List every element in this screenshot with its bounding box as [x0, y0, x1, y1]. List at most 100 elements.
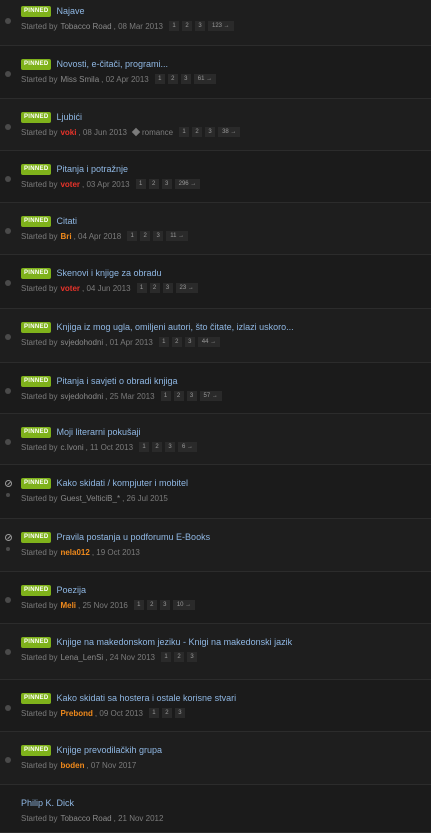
topic-author-link[interactable]: svjedohodni	[60, 392, 103, 401]
started-by-label: Started by	[21, 127, 58, 137]
topic-title-link[interactable]: Kako skidati / kompjuter i mobitel	[56, 478, 188, 488]
topic-title-link[interactable]: Philip K. Dick	[21, 798, 74, 808]
page-link[interactable]: 1	[148, 708, 159, 718]
page-link[interactable]: 2	[192, 127, 203, 137]
pinned-badge: PINNED	[21, 744, 52, 756]
topic-title-link[interactable]: Pravila postanja u podforumu E-Books	[56, 532, 210, 542]
page-link[interactable]: 3	[187, 652, 197, 662]
last-page-link[interactable]: 296 →	[174, 179, 201, 189]
pinned-badge: PINNED	[21, 267, 52, 279]
topic-title-link[interactable]: Pitanja i potražnje	[56, 164, 128, 174]
topic-title-link[interactable]: Novosti, e-čitači, programi...	[56, 59, 168, 69]
page-link[interactable]: 3	[205, 127, 216, 137]
topic-title-line: PINNED Moji literarni pokušaji	[21, 426, 141, 438]
topic-meta: Started by Tobacco Road, 08 Mar 2013 1 2 3 12…	[21, 20, 234, 32]
topic-title-link[interactable]: Moji literarni pokušaji	[56, 427, 140, 437]
last-page-link[interactable]: 44 →	[197, 337, 221, 347]
topic-author-link[interactable]: boden	[60, 761, 84, 770]
page-link[interactable]: 1	[133, 600, 144, 610]
topic-row: Philip K. Dick Started by Tobacco Road, 21…	[0, 785, 431, 833]
topic-title-link[interactable]: Pitanja i savjeti o obradi knjiga	[56, 376, 177, 386]
topic-meta: Started by Bri, 04 Apr 2018 1 2 3 11 →	[21, 230, 189, 242]
topic-title-line: PINNED Kako skidati sa hostera i ostale k…	[21, 692, 236, 704]
page-link[interactable]: 1	[139, 442, 150, 452]
topic-title-link[interactable]: Skenovi i knjige za obradu	[56, 268, 161, 278]
page-link[interactable]: 1	[158, 337, 169, 347]
last-page-link[interactable]: 23 →	[175, 283, 198, 293]
topic-title-line: PINNED Knjige na makedonskom jeziku - Kni…	[21, 636, 292, 648]
topic-author-link[interactable]: svjedohodni	[60, 338, 103, 347]
page-link[interactable]: 1	[154, 74, 165, 84]
page-link[interactable]: 3	[186, 391, 197, 401]
page-link[interactable]: 2	[161, 708, 172, 718]
topic-author-link[interactable]: Guest_VelticiB_*	[60, 494, 120, 503]
page-link[interactable]: 1	[179, 127, 190, 137]
topic-author-link[interactable]: Lena_LenSi	[60, 653, 103, 662]
page-link[interactable]: 2	[173, 391, 184, 401]
topic-author-link[interactable]: voter	[60, 284, 80, 293]
topic-title-link[interactable]: Knjiga iz mog ugla, omiljeni autori, što…	[56, 322, 293, 332]
pinned-badge: PINNED	[21, 636, 52, 648]
page-link[interactable]: 3	[195, 21, 205, 31]
last-page-link[interactable]: 123 →	[208, 21, 234, 31]
page-link[interactable]: 3	[174, 708, 185, 718]
topic-meta: Started by Meli, 25 Nov 2016 1 2 3 10 →	[21, 599, 196, 611]
page-link[interactable]: 2	[152, 442, 163, 452]
page-link[interactable]: 2	[149, 283, 160, 293]
topic-author-link[interactable]: nela012	[60, 548, 89, 557]
topic-start-date: , 02 Apr 2013	[101, 74, 149, 84]
page-link[interactable]: 2	[167, 74, 178, 84]
page-link[interactable]: 3	[159, 600, 170, 610]
topic-author-link[interactable]: Bri	[60, 232, 71, 241]
page-link[interactable]: 3	[162, 283, 173, 293]
page-link[interactable]: 2	[171, 337, 182, 347]
page-link[interactable]: 1	[135, 179, 146, 189]
topic-status-dot-icon	[5, 124, 11, 130]
page-link[interactable]: 1	[169, 21, 179, 31]
topic-title-link[interactable]: Ljubići	[56, 112, 82, 122]
topic-start-date: , 01 Apr 2013	[105, 337, 153, 347]
page-link[interactable]: 2	[140, 231, 151, 241]
topic-author-link[interactable]: Tobacco Road	[60, 814, 111, 823]
page-link[interactable]: 3	[161, 179, 172, 189]
page-link[interactable]: 3	[184, 337, 195, 347]
last-page-link[interactable]: 6 →	[178, 442, 198, 452]
topic-title-line: PINNED Knjige prevodilačkih grupa	[21, 744, 162, 756]
last-page-link[interactable]: 10 →	[172, 600, 196, 610]
last-page-link[interactable]: 57 →	[199, 391, 222, 401]
page-link[interactable]: 2	[182, 21, 192, 31]
page-link[interactable]: 3	[180, 74, 191, 84]
page-link[interactable]: 2	[148, 179, 159, 189]
page-link[interactable]: 1	[160, 391, 171, 401]
topic-author-link[interactable]: c.Ivoni	[60, 443, 83, 452]
topic-author-link[interactable]: Miss Smila	[60, 75, 99, 84]
topic-author-link[interactable]: voki	[60, 128, 76, 137]
topic-tag-link[interactable]: romance	[142, 128, 173, 137]
topic-author-link[interactable]: Prebond	[60, 709, 92, 718]
page-link[interactable]: 1	[161, 652, 171, 662]
last-page-link[interactable]: 11 →	[166, 231, 189, 241]
topic-title-link[interactable]: Knjige na makedonskom jeziku - Knigi na …	[56, 637, 292, 647]
topic-author-link[interactable]: voter	[60, 180, 80, 189]
started-by-label: Started by	[21, 547, 58, 557]
page-link[interactable]: 3	[153, 231, 164, 241]
topic-author-link[interactable]: Meli	[60, 601, 76, 610]
page-link[interactable]: 2	[146, 600, 157, 610]
topic-pagination: 1236 →	[139, 442, 198, 452]
topic-pagination: 1 2 3 296 →	[135, 179, 201, 189]
started-by-label: Started by	[21, 391, 58, 401]
last-page-link[interactable]: 38 →	[218, 127, 241, 137]
page-link[interactable]: 2	[174, 652, 184, 662]
page-link[interactable]: 1	[127, 231, 138, 241]
topic-title-link[interactable]: Najave	[56, 6, 84, 16]
topic-title-link[interactable]: Citati	[56, 216, 77, 226]
topic-title-link[interactable]: Poezija	[56, 585, 86, 595]
topic-pagination: 1 2 3 10 →	[133, 600, 196, 610]
topic-status-dot-icon	[6, 547, 10, 551]
topic-title-link[interactable]: Knjige prevodilačkih grupa	[56, 745, 162, 755]
last-page-link[interactable]: 61 →	[193, 74, 217, 84]
topic-author-link[interactable]: Tobacco Road	[60, 22, 111, 31]
topic-title-link[interactable]: Kako skidati sa hostera i ostale korisne…	[56, 693, 236, 703]
page-link[interactable]: 1	[136, 283, 147, 293]
page-link[interactable]: 3	[165, 442, 176, 452]
